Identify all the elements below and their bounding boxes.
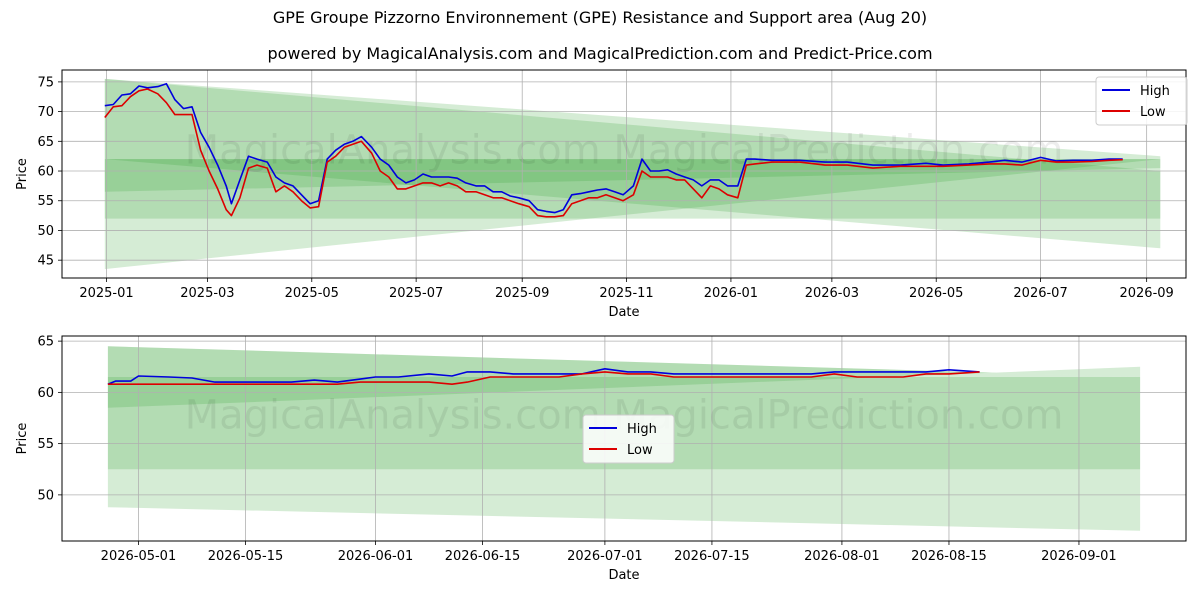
x-tick-label: 2026-07-01 [567, 549, 643, 564]
y-tick-label: 75 [37, 75, 54, 90]
y-tick-label: 45 [37, 254, 54, 269]
x-axis-label: Date [608, 305, 639, 320]
x-tick-label: 2026-05 [909, 286, 963, 301]
x-tick-label: 2026-09-01 [1041, 549, 1117, 564]
main-chart: 2025-01 2025-03 2025-05 2025-07 2025-09 2025-… [15, 69, 1188, 320]
legend: High Low [582, 414, 675, 464]
x-tick-label: 2026-09 [1119, 286, 1173, 301]
y-tick-label: 65 [37, 335, 54, 350]
x-tick-label: 2026-05-15 [208, 549, 284, 564]
y-tick-label: 70 [37, 105, 54, 120]
y-tick-label: 60 [37, 165, 54, 180]
x-tick-label: 2025-05 [285, 286, 339, 301]
x-tick-label: 2026-05-01 [101, 549, 177, 564]
y-tick-label: 65 [37, 135, 54, 150]
x-tick-label: 2026-08-15 [911, 549, 987, 564]
x-axis-label: Date [608, 568, 639, 583]
zoom-chart: 2026-05-01 2026-05-15 2026-06-01 2026-06-15… [15, 335, 1187, 583]
legend: High Low [1095, 76, 1188, 126]
chart-canvas: 2025-01 2025-03 2025-05 2025-07 2025-09 2025-… [15, 69, 1188, 583]
x-tick-label: 2026-06-15 [445, 549, 521, 564]
y-axis-label: Price [15, 158, 30, 190]
x-tick-label: 2026-08-01 [804, 549, 880, 564]
x-tick-label: 2026-03 [805, 286, 859, 301]
y-tick-label: 50 [37, 224, 54, 239]
x-tick-label: 2026-01 [704, 286, 758, 301]
y-tick-label: 60 [37, 386, 54, 401]
x-tick-label: 2025-03 [180, 286, 234, 301]
x-tick-label: 2025-09 [495, 286, 549, 301]
x-tick-label: 2025-07 [389, 286, 443, 301]
x-tick-label: 2026-07 [1013, 286, 1067, 301]
x-tick-label: 2026-07-15 [674, 549, 750, 564]
legend-label: Low [627, 443, 653, 458]
legend-label: Low [1140, 105, 1166, 120]
y-axis-label: Price [15, 423, 30, 455]
band-layer [104, 78, 1161, 270]
y-tick-label: 55 [37, 437, 54, 452]
legend-label: High [627, 422, 657, 437]
y-tick-label: 50 [37, 488, 54, 503]
y-tick-label: 55 [37, 194, 54, 209]
x-tick-label: 2025-01 [79, 286, 133, 301]
x-tick-label: 2026-06-01 [338, 549, 414, 564]
legend-label: High [1140, 84, 1170, 99]
x-tick-label: 2025-11 [599, 286, 653, 301]
